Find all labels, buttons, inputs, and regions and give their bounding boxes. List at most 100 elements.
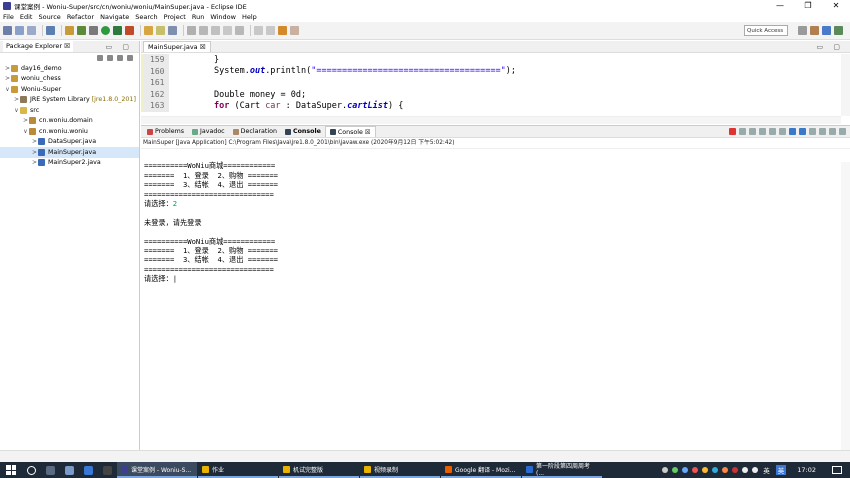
pin-console-icon[interactable] — [789, 128, 796, 135]
tray-app-icon[interactable] — [702, 467, 709, 473]
tab-console-active[interactable]: Console ☒ — [324, 126, 376, 137]
prev-edit-icon[interactable] — [266, 26, 275, 35]
windows-start-icon[interactable] — [6, 465, 16, 475]
tab-console[interactable]: Console — [281, 126, 325, 137]
taskbar-task[interactable]: 作业 — [198, 462, 278, 478]
tree-item[interactable]: ∨ cn.woniu.woniu — [0, 126, 139, 137]
maximize-view-icon[interactable] — [839, 128, 846, 135]
menu-project[interactable]: Project — [164, 13, 186, 21]
console-vertical-scrollbar[interactable] — [841, 162, 850, 450]
tree-item[interactable]: > MainSuper2.java — [0, 158, 139, 169]
next-annotation-icon[interactable] — [211, 26, 220, 35]
menu-navigate[interactable]: Navigate — [100, 13, 129, 21]
input-language[interactable]: 英 — [763, 465, 770, 475]
tree-item[interactable]: > woniu_chess — [0, 74, 139, 85]
java-perspective-icon[interactable] — [822, 26, 831, 35]
volume-icon[interactable] — [752, 467, 759, 473]
collapse-all-icon[interactable] — [97, 55, 103, 61]
minimize-view-icon[interactable] — [829, 128, 836, 135]
pin-icon[interactable] — [223, 26, 232, 35]
tree-item[interactable]: ∨ src — [0, 105, 139, 116]
tree-item[interactable]: > DataSuper.java — [0, 137, 139, 148]
editor-tab-mainsuper[interactable]: MainSuper.java ☒ — [143, 41, 211, 52]
tree-item[interactable]: > MainSuper.java — [0, 147, 139, 158]
debug-perspective-icon[interactable] — [834, 26, 843, 35]
tray-app-icon[interactable] — [732, 467, 739, 473]
package-explorer-tab[interactable]: Package Explorer ☒ — [3, 41, 73, 52]
chevron-down-icon[interactable]: ∨ — [22, 128, 29, 135]
tab-declaration[interactable]: Declaration — [229, 126, 281, 137]
taskbar-task[interactable]: 课堂案例 - Woniu-S... — [117, 462, 197, 478]
tray-wechat-icon[interactable] — [672, 467, 679, 473]
gear-icon[interactable] — [89, 26, 98, 35]
coverage-icon[interactable] — [113, 26, 122, 35]
new-icon[interactable] — [3, 26, 12, 35]
java-ee-perspective-icon[interactable] — [810, 26, 819, 35]
chevron-right-icon[interactable]: > — [31, 149, 38, 156]
chevron-right-icon[interactable]: > — [31, 159, 38, 166]
new-package-icon[interactable] — [144, 26, 153, 35]
notification-icon[interactable] — [832, 466, 842, 474]
maximize-button[interactable]: ❐ — [794, 0, 822, 11]
chevron-right-icon[interactable]: > — [31, 138, 38, 145]
chevron-down-icon[interactable]: ∨ — [4, 86, 11, 93]
taskbar-task[interactable]: 机试完整版 — [279, 462, 359, 478]
word-wrap-icon[interactable] — [769, 128, 776, 135]
close-button[interactable]: ✕ — [822, 0, 850, 11]
chevron-right-icon[interactable]: > — [4, 65, 11, 72]
remove-launch-icon[interactable] — [739, 128, 746, 135]
tray-app-icon[interactable] — [712, 467, 719, 473]
back-icon[interactable] — [278, 26, 287, 35]
filter-icon[interactable] — [117, 55, 123, 61]
menu-run[interactable]: Run — [192, 13, 204, 21]
tray-app-icon[interactable] — [692, 467, 699, 473]
debug-icon[interactable] — [77, 26, 86, 35]
view-menu-icon[interactable] — [819, 128, 826, 135]
tree-item[interactable]: > day16_demo — [0, 63, 139, 74]
menu-file[interactable]: File — [3, 13, 14, 21]
menu-search[interactable]: Search — [135, 13, 157, 21]
skip-breakpoints-icon[interactable] — [65, 26, 74, 35]
open-perspective-icon[interactable] — [798, 26, 807, 35]
editor-vertical-scrollbar[interactable] — [841, 54, 850, 116]
network-icon[interactable] — [742, 467, 749, 473]
quick-access-input[interactable]: Quick Access — [744, 25, 788, 36]
view-controls[interactable]: ▭ ▢ — [106, 43, 133, 51]
run-icon[interactable] — [101, 26, 110, 35]
save-all-icon[interactable] — [27, 26, 36, 35]
tray-app-icon[interactable] — [722, 467, 729, 473]
tray-expand-icon[interactable] — [662, 467, 669, 473]
toggle-mark-icon[interactable] — [235, 26, 244, 35]
minimize-button[interactable]: — — [766, 0, 794, 11]
scroll-lock-icon[interactable] — [759, 128, 766, 135]
search-icon[interactable] — [27, 465, 36, 475]
console-output[interactable]: ==========WoNiu商城============ ======= 1、登… — [141, 149, 850, 283]
editor-horizontal-scrollbar[interactable] — [141, 116, 841, 124]
forward-icon[interactable] — [290, 26, 299, 35]
code-view[interactable]: 159 } 160 System.out.println("==========… — [141, 54, 841, 116]
new-class-icon[interactable] — [156, 26, 165, 35]
menu-source[interactable]: Source — [38, 13, 60, 21]
tray-app-icon[interactable] — [682, 467, 689, 473]
terminal-icon[interactable] — [46, 26, 55, 35]
cortana-icon[interactable] — [46, 465, 55, 475]
show-stdout-icon[interactable] — [779, 128, 786, 135]
tree-item[interactable]: ∨ Woniu-Super — [0, 84, 139, 95]
next-edit-icon[interactable] — [254, 26, 263, 35]
prev-annotation-icon[interactable] — [199, 26, 208, 35]
view-menu-icon[interactable] — [127, 55, 133, 61]
save-icon[interactable] — [15, 26, 24, 35]
chevron-down-icon[interactable]: ∨ — [13, 107, 20, 114]
explorer-icon[interactable] — [84, 465, 93, 475]
terminate-icon[interactable] — [729, 128, 736, 135]
tab-javadoc[interactable]: Javadoc — [188, 126, 229, 137]
chevron-right-icon[interactable]: > — [4, 75, 11, 82]
pinned-app-icon[interactable] — [103, 465, 112, 475]
open-console-icon[interactable] — [809, 128, 816, 135]
external-tools-icon[interactable] — [125, 26, 134, 35]
annotation-icon[interactable] — [187, 26, 196, 35]
link-editor-icon[interactable] — [107, 55, 113, 61]
menu-window[interactable]: Window — [210, 13, 236, 21]
display-console-icon[interactable] — [799, 128, 806, 135]
menu-refactor[interactable]: Refactor — [67, 13, 94, 21]
